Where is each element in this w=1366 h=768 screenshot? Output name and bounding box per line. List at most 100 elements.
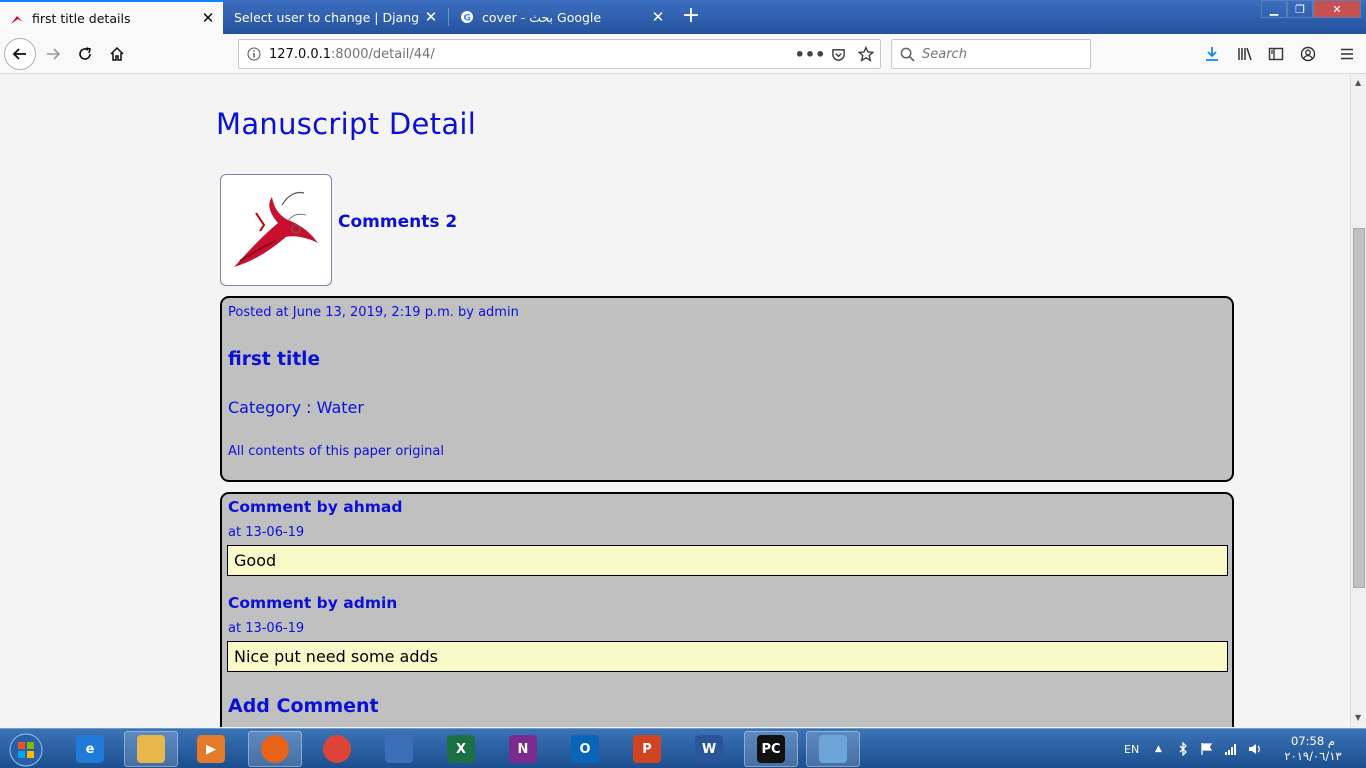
google-favicon: G <box>460 10 474 24</box>
taskbar-paint-button[interactable] <box>806 731 860 767</box>
volume-icon[interactable] <box>1248 729 1262 768</box>
show-hidden-icons[interactable]: ▲ <box>1155 729 1162 768</box>
start-button[interactable] <box>4 731 48 768</box>
new-tab-button[interactable]: + <box>680 2 702 32</box>
clock-date: ٢٠١٩/٠٦/١٣ <box>1284 749 1342 763</box>
page-actions-icon[interactable]: ••• <box>795 45 826 64</box>
windows-taskbar: e ▶ X N O P W PC EN ▲ 07:58 م ٢٠١٩/٠٦/١٣ <box>0 728 1366 768</box>
comment-author: Comment by ahmad <box>228 498 403 516</box>
comment-author: Comment by admin <box>228 594 398 612</box>
powerpoint-icon: P <box>633 735 661 763</box>
home-button[interactable] <box>102 39 132 69</box>
post-title: first title <box>228 349 321 370</box>
taskbar-firefox-button[interactable] <box>248 731 302 767</box>
tab-separator <box>448 8 449 26</box>
tab-django-admin[interactable]: Select user to change | Django site a ✕ <box>224 0 446 34</box>
pocket-icon[interactable] <box>824 47 852 62</box>
bluetooth-icon[interactable] <box>1178 729 1188 768</box>
download-arrow-icon <box>1206 47 1218 61</box>
taskbar-media-button[interactable]: ▶ <box>184 731 238 767</box>
address-bar[interactable]: 127.0.0.1:8000/detail/44/ ••• <box>238 39 881 69</box>
navigation-toolbar: 127.0.0.1:8000/detail/44/ ••• <box>0 34 1366 74</box>
back-button[interactable] <box>4 38 36 70</box>
comment-date: at 13-06-19 <box>228 621 305 636</box>
library-button[interactable] <box>1230 39 1260 69</box>
network-signal-icon[interactable] <box>1224 729 1238 768</box>
ie-icon: e <box>76 735 104 763</box>
taskbar-onenote-button[interactable]: N <box>496 731 550 767</box>
explorer-icon <box>137 735 165 763</box>
media-icon: ▶ <box>197 735 225 763</box>
search-input[interactable] <box>922 46 1082 62</box>
sidebar-button[interactable] <box>1261 39 1291 69</box>
comments-count-link[interactable]: Comments 2 <box>338 212 457 232</box>
taskbar-ie-button[interactable]: e <box>63 731 117 767</box>
taskbar-powerpoint-button[interactable]: P <box>620 731 674 767</box>
browser-tab-strip: first title details ✕ Select user to cha… <box>0 0 1366 34</box>
account-button[interactable] <box>1293 39 1323 69</box>
comment-date: at 13-06-19 <box>228 525 305 540</box>
bookmark-star-icon[interactable] <box>852 46 880 62</box>
forward-arrow-icon <box>47 48 61 60</box>
clock-time: 07:58 م <box>1291 734 1335 748</box>
comments-card: Comment by ahmad at 13-06-19 Good Commen… <box>220 492 1234 727</box>
search-icon <box>892 47 922 62</box>
window-controls: ▁ ❐ ✕ <box>1261 0 1361 18</box>
close-tab-icon[interactable]: ✕ <box>197 9 219 27</box>
action-center-flag-icon[interactable] <box>1200 729 1214 768</box>
library-icon <box>1238 47 1252 61</box>
restore-button[interactable]: ❐ <box>1287 0 1313 18</box>
firefox-icon <box>261 735 289 763</box>
url-path: :8000/detail/44/ <box>331 46 435 62</box>
taskbar-network-button[interactable] <box>372 731 426 767</box>
url-text[interactable]: 127.0.0.1:8000/detail/44/ <box>269 47 796 62</box>
minimize-button[interactable]: ▁ <box>1261 0 1287 18</box>
language-indicator[interactable]: EN <box>1124 729 1139 768</box>
taskbar-word-button[interactable]: W <box>682 731 736 767</box>
word-icon: W <box>695 735 723 763</box>
comment-body: Nice put need some adds <box>227 641 1228 672</box>
page-scrollbar[interactable]: ▲ ▼ <box>1350 75 1366 727</box>
reload-button[interactable] <box>70 39 100 69</box>
paint-icon <box>819 735 847 763</box>
reload-icon <box>79 47 91 60</box>
manuscript-thumbnail[interactable] <box>220 174 332 286</box>
home-icon <box>110 46 124 61</box>
close-window-button[interactable]: ✕ <box>1313 0 1361 18</box>
scrollbar-thumb[interactable] <box>1353 228 1365 588</box>
scroll-up-icon[interactable]: ▲ <box>1355 78 1361 87</box>
taskbar-pycharm-button[interactable]: PC <box>744 731 798 767</box>
downloads-button[interactable] <box>1197 39 1227 69</box>
scroll-down-icon[interactable]: ▼ <box>1355 713 1361 722</box>
tab-first-title-details[interactable]: first title details ✕ <box>0 0 223 34</box>
sidebar-icon <box>1268 47 1284 61</box>
onenote-icon: N <box>509 735 537 763</box>
forward-button[interactable] <box>38 39 68 69</box>
taskbar-outlook-button[interactable]: O <box>558 731 612 767</box>
site-info-icon[interactable] <box>239 47 269 61</box>
system-clock[interactable]: 07:58 م ٢٠١٩/٠٦/١٣ <box>1268 734 1358 764</box>
close-tab-icon[interactable]: ✕ <box>647 8 669 26</box>
post-category: Category : Water <box>228 398 364 417</box>
taskbar-chrome-button[interactable] <box>310 731 364 767</box>
site-favicon <box>10 11 24 25</box>
comment-body: Good <box>227 545 1228 576</box>
account-icon <box>1300 46 1316 62</box>
tab-title: Select user to change | Django site a <box>234 9 420 25</box>
bird-logo-image <box>234 191 318 267</box>
taskbar-excel-button[interactable]: X <box>434 731 488 767</box>
hamburger-menu-icon <box>1341 48 1353 60</box>
post-description: All contents of this paper original <box>228 444 444 459</box>
post-card: Posted at June 13, 2019, 2:19 p.m. by ad… <box>220 296 1234 482</box>
tab-google-search[interactable]: G cover - بحث Google ✕ <box>450 0 673 34</box>
pycharm-icon: PC <box>757 735 785 763</box>
tab-title: cover - بحث Google <box>482 9 602 25</box>
excel-icon: X <box>447 735 475 763</box>
search-bar[interactable] <box>891 39 1091 69</box>
url-host: 127.0.0.1 <box>269 46 332 62</box>
taskbar-explorer-button[interactable] <box>124 731 178 767</box>
windows-logo-icon <box>9 733 43 767</box>
close-tab-icon[interactable]: ✕ <box>420 8 442 26</box>
add-comment-heading: Add Comment <box>228 695 379 717</box>
menu-button[interactable] <box>1332 39 1362 69</box>
